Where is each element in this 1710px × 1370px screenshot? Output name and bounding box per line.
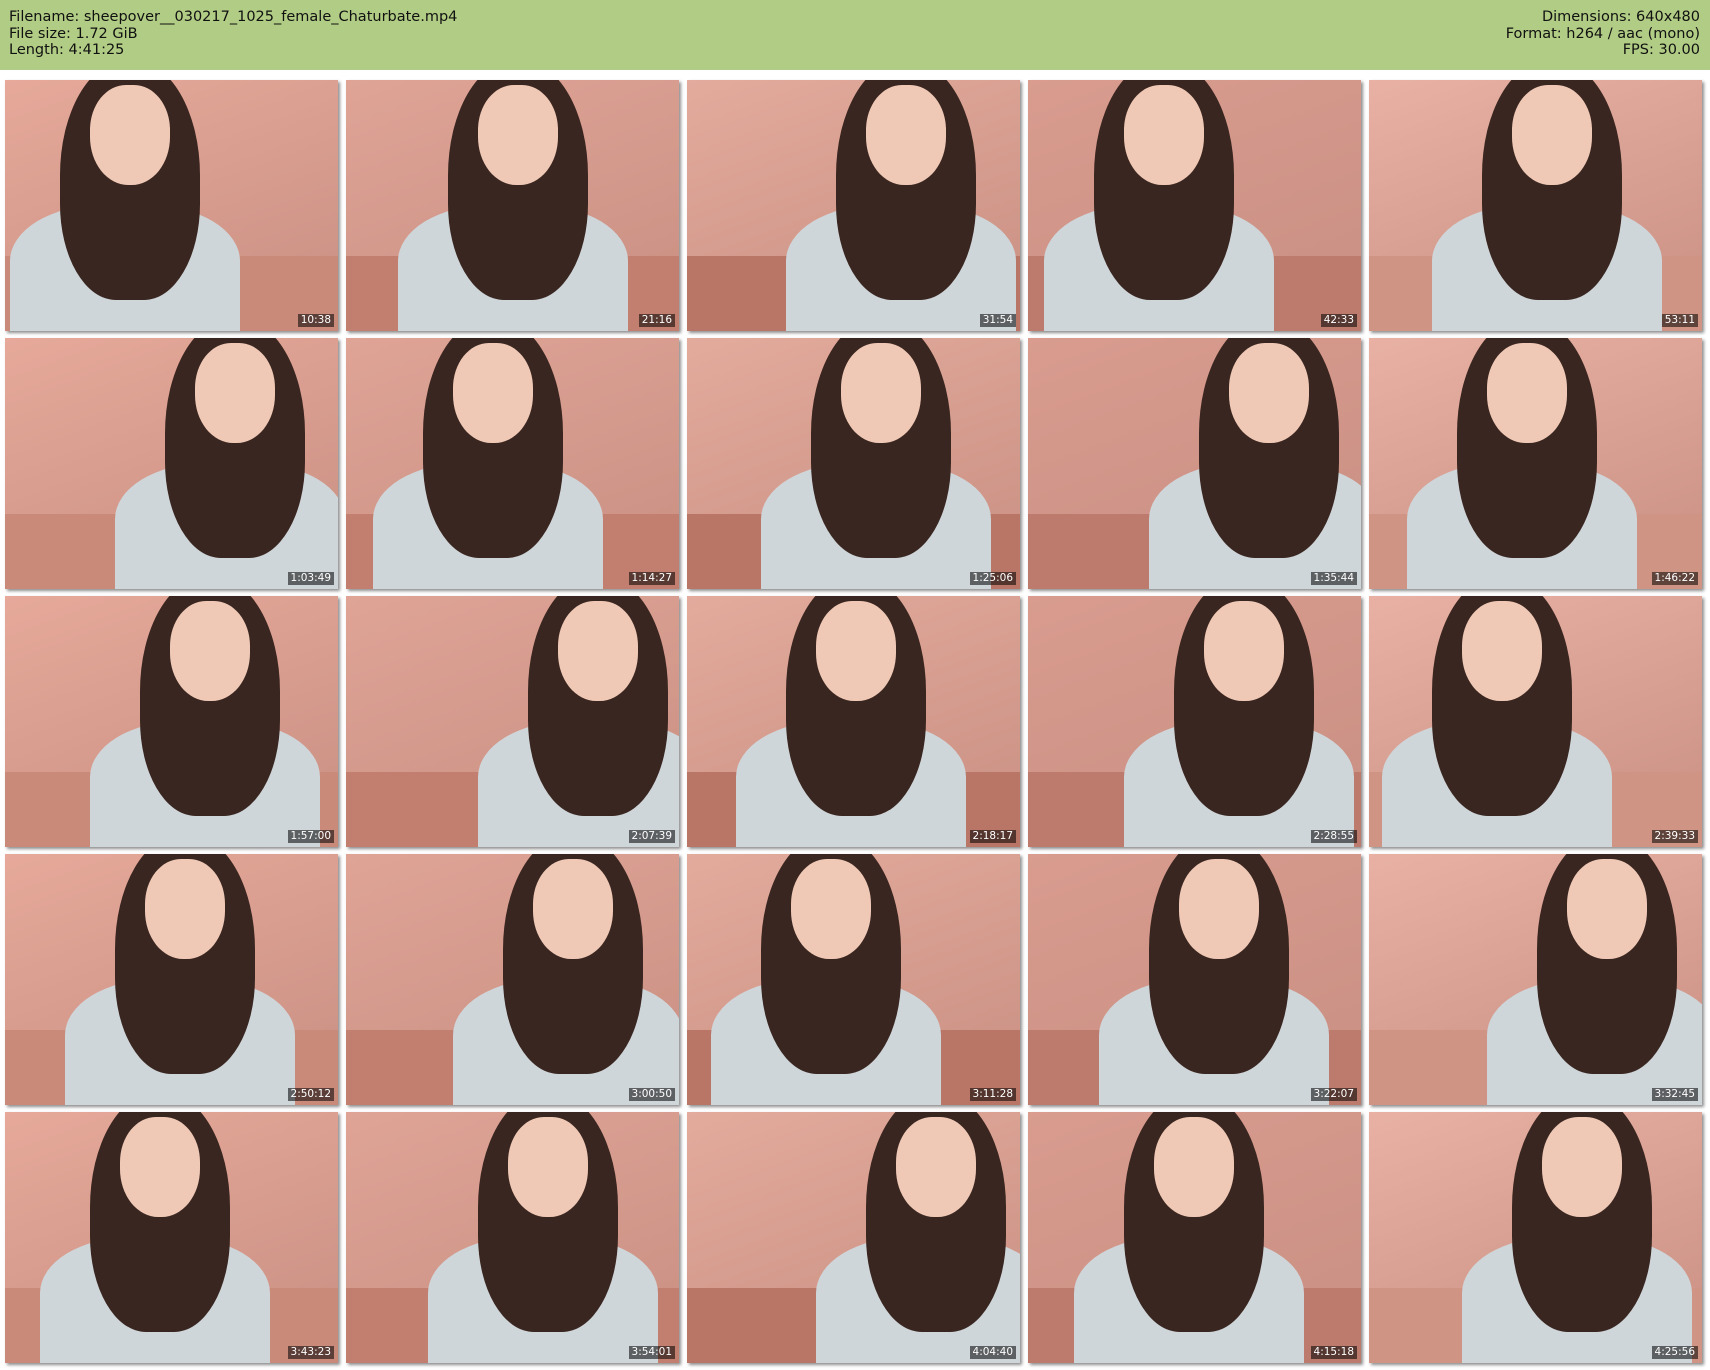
thumbnail-figure-face xyxy=(170,601,250,701)
video-thumbnail[interactable]: 2:39:33 xyxy=(1369,596,1702,847)
length-text: Length: 4:41:25 xyxy=(9,42,125,58)
thumbnail-timestamp: 1:03:49 xyxy=(287,572,334,585)
info-right: Dimensions: 640x480 Format: h264 / aac (… xyxy=(1506,9,1700,59)
video-thumbnail[interactable]: 10:38 xyxy=(5,80,338,331)
video-thumbnail[interactable]: 4:15:18 xyxy=(1028,1112,1361,1363)
video-thumbnail[interactable]: 53:11 xyxy=(1369,80,1702,331)
thumbnail-figure-face xyxy=(533,859,613,959)
thumbnail-timestamp: 3:43:23 xyxy=(287,1346,334,1359)
thumbnail-grid: 10:38 21:16 31:54 42:33 53:11 1:03:49 1:14:27 1… xyxy=(5,80,1702,1363)
video-thumbnail[interactable]: 4:04:40 xyxy=(687,1112,1020,1363)
thumbnail-timestamp: 1:14:27 xyxy=(628,572,675,585)
file-size-text: File size: 1.72 GiB xyxy=(9,25,138,42)
video-thumbnail[interactable]: 3:32:45 xyxy=(1369,854,1702,1105)
format-text: Format: h264 / aac (mono) xyxy=(1505,25,1700,42)
video-thumbnail[interactable]: 2:28:55 xyxy=(1028,596,1361,847)
thumbnail-figure-face xyxy=(1487,343,1567,443)
video-thumbnail[interactable]: 3:54:01 xyxy=(346,1112,679,1363)
thumbnail-figure-face xyxy=(866,85,946,185)
thumbnail-timestamp: 3:11:28 xyxy=(969,1088,1016,1101)
thumbnail-figure-face xyxy=(508,1117,588,1217)
thumbnail-timestamp: 4:04:40 xyxy=(969,1346,1016,1359)
thumbnail-timestamp: 2:39:33 xyxy=(1651,830,1698,843)
thumbnail-timestamp: 1:46:22 xyxy=(1651,572,1698,585)
thumbnail-timestamp: 4:25:56 xyxy=(1651,1346,1698,1359)
thumbnail-timestamp: 3:32:45 xyxy=(1651,1088,1698,1101)
thumbnail-timestamp: 2:18:17 xyxy=(969,830,1016,843)
thumbnail-figure-face xyxy=(478,85,558,185)
thumbnail-timestamp: 4:15:18 xyxy=(1310,1346,1357,1359)
video-thumbnail[interactable]: 42:33 xyxy=(1028,80,1361,331)
video-thumbnail[interactable]: 31:54 xyxy=(687,80,1020,331)
video-thumbnail[interactable]: 1:25:06 xyxy=(687,338,1020,589)
video-thumbnail[interactable]: 3:11:28 xyxy=(687,854,1020,1105)
video-thumbnail[interactable]: 1:03:49 xyxy=(5,338,338,589)
thumbnail-timestamp: 3:22:07 xyxy=(1310,1088,1357,1101)
thumbnail-timestamp: 2:07:39 xyxy=(628,830,675,843)
video-thumbnail[interactable]: 3:43:23 xyxy=(5,1112,338,1363)
video-thumbnail[interactable]: 2:07:39 xyxy=(346,596,679,847)
video-thumbnail[interactable]: 1:46:22 xyxy=(1369,338,1702,589)
thumbnail-timestamp: 53:11 xyxy=(1661,314,1698,327)
thumbnail-figure-face xyxy=(90,85,170,185)
thumbnail-timestamp: 1:57:00 xyxy=(287,830,334,843)
thumbnail-figure-face xyxy=(841,343,921,443)
thumbnail-timestamp: 3:00:50 xyxy=(628,1088,675,1101)
thumbnail-figure-face xyxy=(1567,859,1647,959)
thumbnail-figure-face xyxy=(896,1117,976,1217)
thumbnail-figure-face xyxy=(1179,859,1259,959)
thumbnail-figure-face xyxy=(791,859,871,959)
thumbnail-timestamp: 10:38 xyxy=(297,314,334,327)
thumbnail-figure-face xyxy=(1229,343,1309,443)
video-thumbnail[interactable]: 1:14:27 xyxy=(346,338,679,589)
video-thumbnail[interactable]: 4:25:56 xyxy=(1369,1112,1702,1363)
thumbnail-figure-face xyxy=(1154,1117,1234,1217)
thumbnail-figure-face xyxy=(1124,85,1204,185)
video-thumbnail[interactable]: 3:22:07 xyxy=(1028,854,1361,1105)
video-thumbnail[interactable]: 2:50:12 xyxy=(5,854,338,1105)
info-left: Filename: sheepover__030217_1025_female_… xyxy=(9,9,457,59)
thumbnail-figure-face xyxy=(1512,85,1592,185)
thumbnail-figure-face xyxy=(120,1117,200,1217)
video-thumbnail[interactable]: 2:18:17 xyxy=(687,596,1020,847)
thumbnail-timestamp: 2:50:12 xyxy=(287,1088,334,1101)
thumbnail-timestamp: 1:25:06 xyxy=(969,572,1016,585)
thumbnail-figure-face xyxy=(145,859,225,959)
thumbnail-figure-face xyxy=(558,601,638,701)
thumbnail-figure-face xyxy=(816,601,896,701)
thumbnail-timestamp: 1:35:44 xyxy=(1310,572,1357,585)
video-info-header: Filename: sheepover__030217_1025_female_… xyxy=(0,0,1710,70)
thumbnail-timestamp: 3:54:01 xyxy=(628,1346,675,1359)
fps-text: FPS: 30.00 xyxy=(1622,42,1700,58)
video-thumbnail[interactable]: 1:35:44 xyxy=(1028,338,1361,589)
thumbnail-timestamp: 2:28:55 xyxy=(1310,830,1357,843)
video-thumbnail[interactable]: 3:00:50 xyxy=(346,854,679,1105)
video-thumbnail[interactable]: 1:57:00 xyxy=(5,596,338,847)
thumbnail-figure-face xyxy=(453,343,533,443)
thumbnail-figure-face xyxy=(1204,601,1284,701)
dimensions-text: Dimensions: 640x480 xyxy=(1541,9,1700,25)
thumbnail-figure-face xyxy=(1462,601,1542,701)
thumbnail-timestamp: 31:54 xyxy=(979,314,1016,327)
thumbnail-figure-face xyxy=(195,343,275,443)
thumbnail-timestamp: 21:16 xyxy=(638,314,675,327)
thumbnail-figure-face xyxy=(1542,1117,1622,1217)
filename-text: Filename: sheepover__030217_1025_female_… xyxy=(9,9,458,25)
thumbnail-timestamp: 42:33 xyxy=(1320,314,1357,327)
video-thumbnail[interactable]: 21:16 xyxy=(346,80,679,331)
